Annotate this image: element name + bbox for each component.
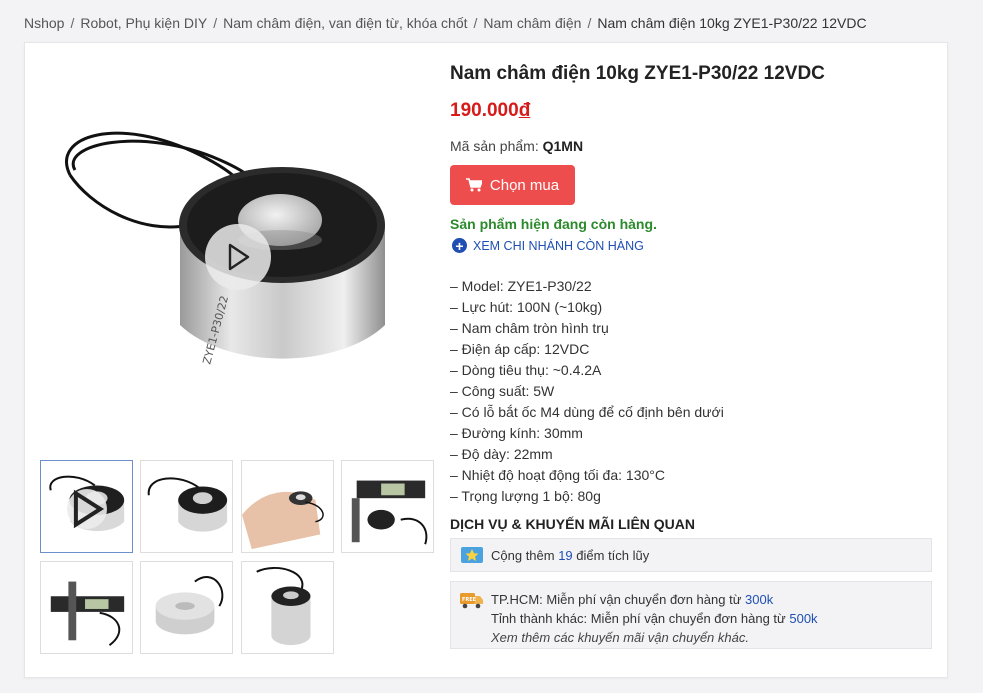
shipping-more-link[interactable]: Xem thêm các khuyến mãi vận chuyển khác. — [491, 628, 818, 647]
shipping-promo-box: FREE TP.HCM: Miễn phí vận chuyển đơn hàn… — [450, 581, 932, 649]
shipping-hcm: TP.HCM: Miễn phí vận chuyển đơn hàng từ … — [491, 592, 774, 607]
loyalty-points-text: Cộng thêm 19 điểm tích lũy — [491, 547, 650, 563]
stock-status: Sản phẩm hiện đang còn hàng. — [450, 216, 657, 232]
breadcrumb-current: Nam châm điện 10kg ZYE1-P30/22 12VDC — [597, 15, 867, 31]
thumbnail-6[interactable] — [140, 561, 233, 654]
cart-icon — [465, 178, 482, 192]
services-title: DỊCH VỤ & KHUYẾN MÃI LIÊN QUAN — [450, 516, 696, 532]
thumbnail-5[interactable] — [40, 561, 133, 654]
sku-value: Q1MN — [542, 138, 584, 154]
loyalty-points-box: Cộng thêm 19 điểm tích lũy — [450, 538, 932, 572]
thumbnail-3[interactable] — [241, 460, 334, 553]
breadcrumb-electromagnets[interactable]: Nam châm điện — [483, 15, 581, 31]
breadcrumb-robot-accessories[interactable]: Robot, Phụ kiện DIY — [80, 15, 207, 31]
spec-item: – Dòng tiêu thụ: ~0.4.2A — [450, 362, 602, 378]
breadcrumb-separator: / — [473, 15, 478, 31]
play-icon — [228, 243, 250, 271]
thumbnail-video[interactable] — [40, 460, 133, 553]
breadcrumb-separator: / — [213, 15, 218, 31]
view-branches-label: XEM CHI NHÁNH CÒN HÀNG — [473, 238, 644, 253]
spec-item: – Công suất: 5W — [450, 383, 555, 399]
spec-item: – Độ dày: 22mm — [450, 446, 553, 462]
buy-button[interactable]: Chọn mua — [450, 165, 575, 205]
breadcrumb-home[interactable]: Nshop — [24, 15, 64, 31]
plus-circle-icon: + — [452, 238, 467, 253]
loyalty-points-value: 19 — [558, 547, 573, 563]
thumbnail-2[interactable] — [140, 460, 233, 553]
product-title: Nam châm điện 10kg ZYE1-P30/22 12VDC — [450, 63, 825, 84]
thumbnail-play-button — [67, 489, 107, 529]
view-branches-link[interactable]: + XEM CHI NHÁNH CÒN HÀNG — [452, 238, 644, 253]
play-icon — [73, 489, 105, 529]
breadcrumb-separator: / — [70, 15, 75, 31]
shipping-hcm-threshold: 300k — [745, 592, 774, 607]
star-icon — [461, 547, 483, 563]
breadcrumb-electromagnets-valves[interactable]: Nam châm điện, van điện từ, khóa chốt — [223, 15, 467, 31]
breadcrumb: Nshop / Robot, Phụ kiện DIY / Nam châm điện,… — [24, 15, 867, 31]
thumbnail-4[interactable] — [341, 460, 434, 553]
spec-list: – Model: ZYE1-P30/22 – Lực hút: 100N (~1… — [450, 276, 724, 507]
breadcrumb-separator: / — [587, 15, 592, 31]
free-badge-text: FREE — [462, 597, 477, 603]
video-play-button[interactable] — [205, 224, 271, 290]
spec-item: – Điện áp cấp: 12VDC — [450, 341, 590, 357]
shipping-other-threshold: 500k — [789, 611, 818, 626]
thumbnail-7[interactable] — [241, 561, 334, 654]
spec-item: – Lực hút: 100N (~10kg) — [450, 299, 603, 315]
price-currency: đ — [518, 100, 531, 121]
spec-item: – Đường kính: 30mm — [450, 425, 583, 441]
shipping-other: Tỉnh thành khác: Miễn phí vận chuyển đơn… — [491, 611, 818, 626]
spec-item: – Model: ZYE1-P30/22 — [450, 278, 592, 294]
spec-item: – Có lỗ bắt ốc M4 dùng để cố định bên dư… — [450, 404, 724, 420]
product-sku: Mã sản phẩm: Q1MN — [450, 138, 583, 154]
spec-item: – Nhiệt độ hoạt động tối đa: 130°C — [450, 467, 665, 483]
spec-item: – Trọng lượng 1 bộ: 80g — [450, 488, 601, 504]
spec-item: – Nam châm tròn hình trụ — [450, 320, 609, 336]
buy-button-label: Chọn mua — [489, 176, 560, 194]
product-price: 190.000đ — [450, 100, 530, 122]
sku-label: Mã sản phẩm: — [450, 138, 539, 154]
delivery-truck-icon: FREE — [460, 593, 483, 609]
shipping-promo-lines: TP.HCM: Miễn phí vận chuyển đơn hàng từ … — [491, 590, 818, 647]
price-amount: 190.000 — [450, 100, 519, 121]
